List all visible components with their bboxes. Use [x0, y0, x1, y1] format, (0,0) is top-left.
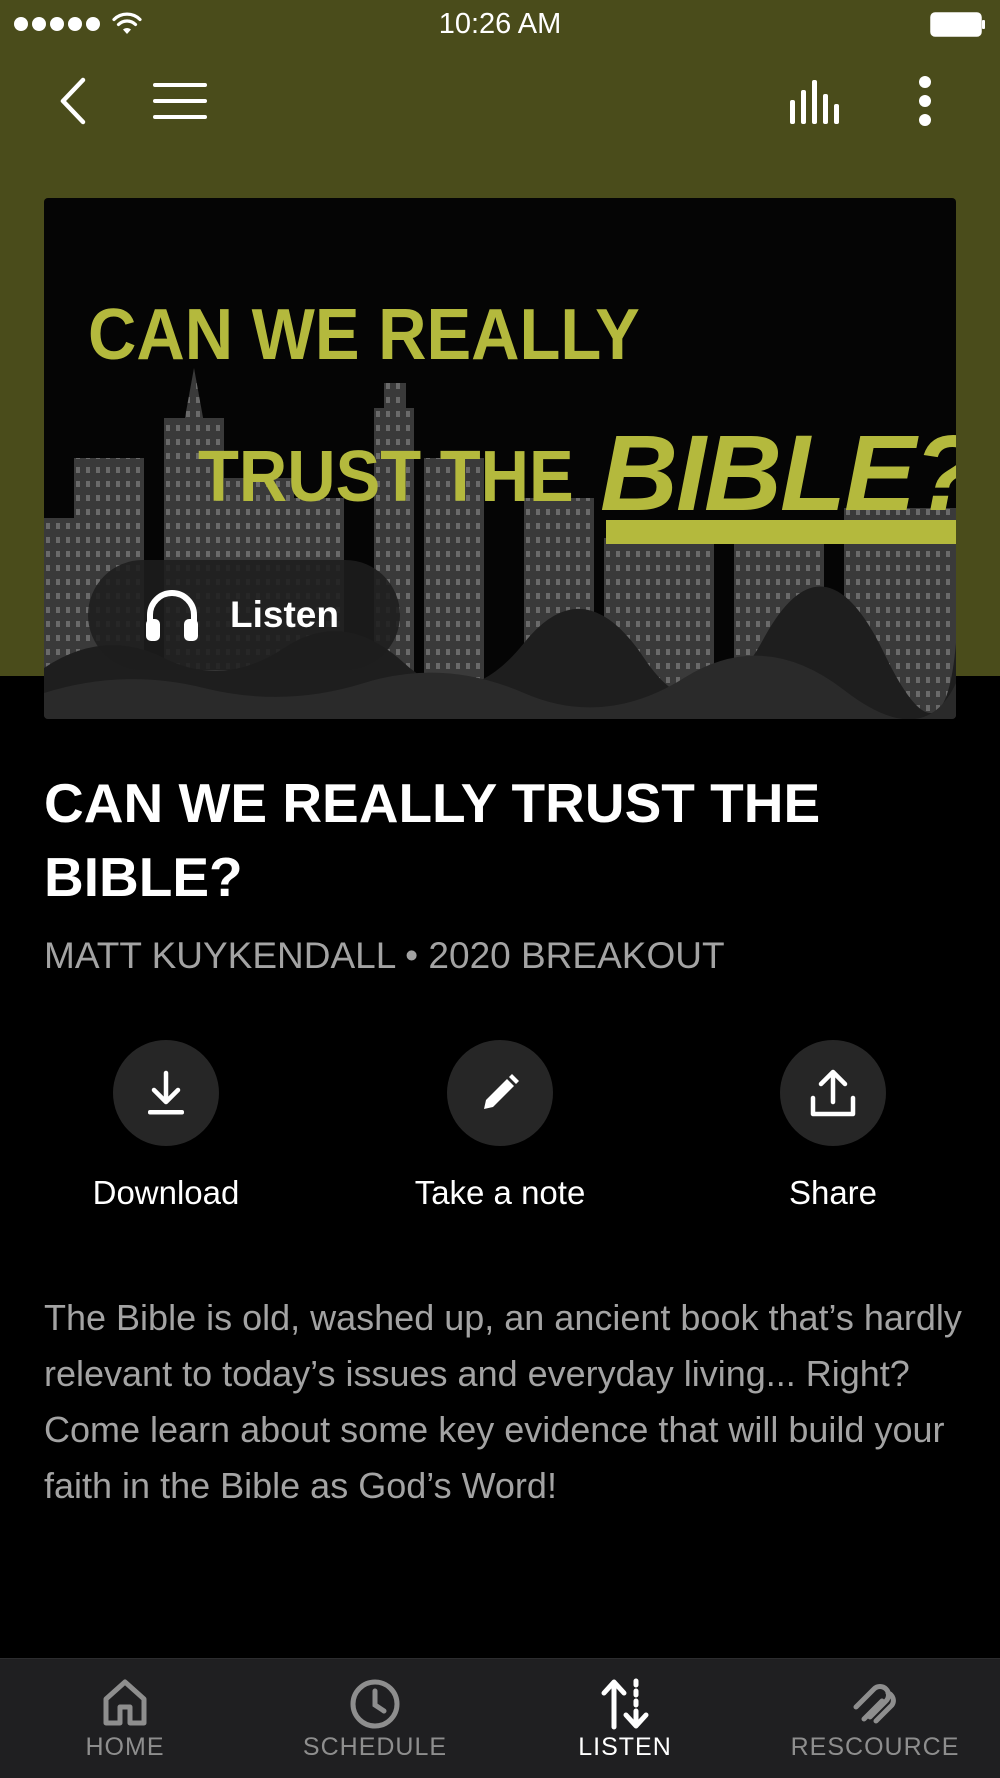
equalizer-icon: [790, 80, 839, 124]
artwork-underline: [606, 520, 956, 544]
sermon-speaker-series: MATT KUYKENDALL • 2020 BREAKOUT: [44, 935, 725, 976]
listen-label: Listen: [230, 594, 339, 635]
clock-icon: [350, 1679, 400, 1729]
share-label: Share: [788, 1174, 878, 1211]
chevron-left-icon: [60, 77, 86, 125]
share-button[interactable]: Share: [713, 1040, 953, 1212]
artwork-headline-line1: CAN WE REALLY: [88, 295, 640, 375]
sermon-artwork: CAN WE REALLY TRUST THE BIBLE? Listen: [44, 198, 956, 719]
download-circle: [113, 1040, 219, 1146]
artwork-headline-line2: TRUST THE: [198, 437, 574, 517]
sermon-title: CAN WE REALLY TRUST THE BIBLE?: [44, 772, 821, 908]
status-time: 10:26 AM: [438, 8, 562, 40]
take-note-button[interactable]: Take a note: [380, 1040, 620, 1212]
more-options-button[interactable]: [894, 70, 956, 132]
tab-resource[interactable]: RESCOURCE: [750, 1659, 1000, 1778]
pencil-icon: [484, 1074, 519, 1109]
artwork-headline-emphasis: BIBLE?: [600, 412, 956, 533]
bottom-tab-bar: HOME SCHEDULE LISTEN RESCOURCE: [0, 1658, 1000, 1778]
hamburger-menu-icon: [153, 83, 207, 119]
tab-home-label: HOME: [85, 1733, 165, 1761]
tab-listen[interactable]: LISTEN: [500, 1659, 750, 1778]
sermon-detail-screen: 10:26 AM CAN WE REALLY TRUST THE BIBLE? …: [0, 0, 1000, 1778]
back-button[interactable]: [42, 70, 104, 132]
tab-schedule[interactable]: SCHEDULE: [250, 1659, 500, 1778]
menu-button[interactable]: [150, 70, 212, 132]
tab-schedule-label: SCHEDULE: [302, 1733, 448, 1761]
download-button[interactable]: Download: [46, 1040, 286, 1212]
download-label: Download: [92, 1174, 240, 1211]
sermon-description: The Bible is old, washed up, an ancient …: [44, 1297, 962, 1506]
listen-arrows-icon: [601, 1678, 649, 1730]
listen-button[interactable]: Listen: [88, 560, 400, 670]
tab-home[interactable]: HOME: [0, 1659, 250, 1778]
battery-icon: [930, 12, 985, 37]
home-icon: [103, 1679, 147, 1726]
vertical-ellipsis-icon: [919, 76, 931, 126]
share-circle: [780, 1040, 886, 1146]
tab-resource-label: RESCOURCE: [790, 1733, 960, 1761]
now-playing-button[interactable]: [786, 70, 848, 132]
take-note-label: Take a note: [414, 1174, 586, 1211]
take-note-circle: [447, 1040, 553, 1146]
download-icon: [148, 1070, 184, 1115]
tab-listen-label: LISTEN: [578, 1733, 672, 1761]
headphones-icon: [146, 590, 198, 641]
status-bar: 10:26 AM: [0, 0, 1000, 50]
share-icon: [810, 1069, 856, 1117]
resource-icon: [853, 1684, 896, 1724]
